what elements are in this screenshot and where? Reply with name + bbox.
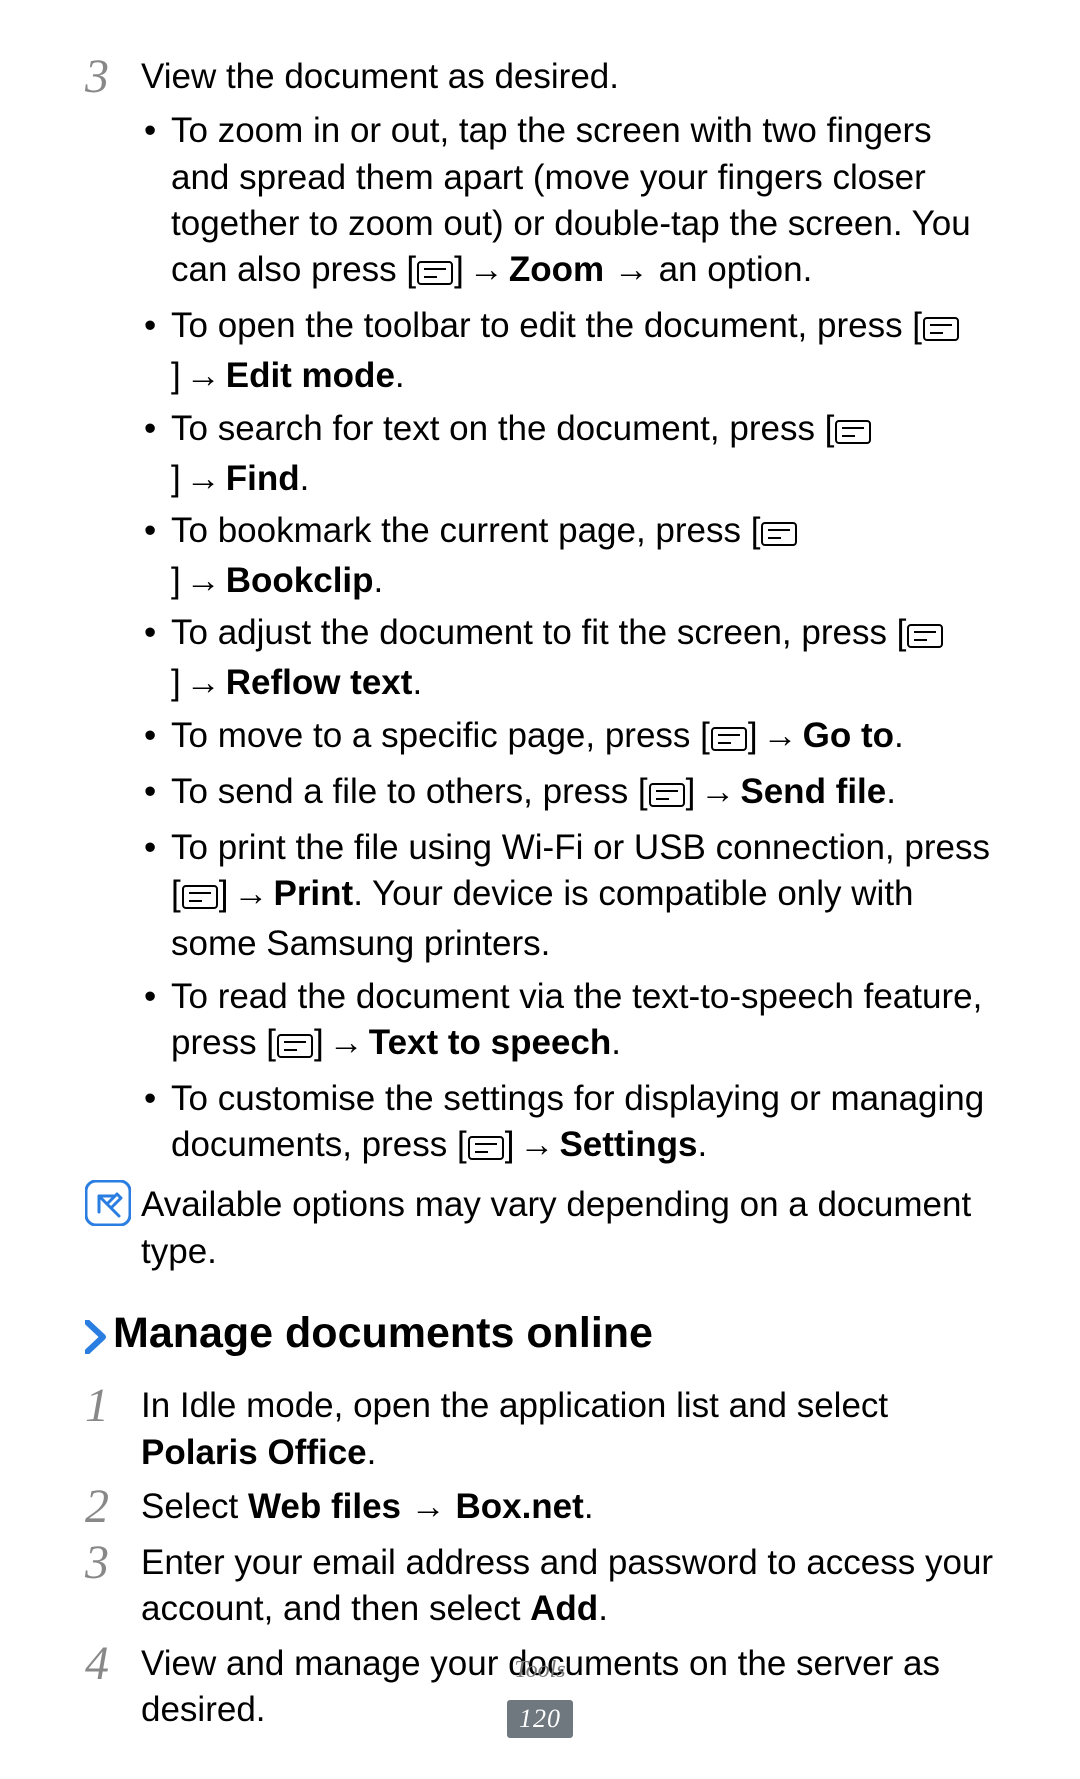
menu-icon	[923, 307, 959, 353]
online-step-3: 3 Enter your email address and password …	[85, 1538, 995, 1632]
bullet-reflow: To adjust the document to fit the screen…	[141, 610, 995, 706]
note: Available options may vary depending on …	[85, 1180, 995, 1274]
bullet-bookclip: To bookmark the current page, press []→B…	[141, 508, 995, 604]
menu-icon	[417, 251, 453, 297]
step-body: Select Web files → Box.net.	[141, 1482, 995, 1530]
section-heading-manage-online: Manage documents online	[85, 1305, 995, 1364]
step-number: 1	[85, 1381, 141, 1431]
online-step-1: 1 In Idle mode, open the application lis…	[85, 1381, 995, 1475]
menu-icon	[182, 875, 218, 921]
note-text: Available options may vary depending on …	[141, 1180, 995, 1274]
bullet-send-file: To send a file to others, press []→Send …	[141, 769, 995, 819]
menu-icon	[907, 614, 943, 660]
bullet-settings: To customise the settings for displaying…	[141, 1076, 995, 1172]
menu-icon	[711, 717, 747, 763]
bullet-zoom: To zoom in or out, tap the screen with t…	[141, 108, 995, 297]
bullet-print: To print the file using Wi-Fi or USB con…	[141, 825, 995, 968]
step-number: 3	[85, 52, 141, 102]
bullet-find: To search for text on the document, pres…	[141, 406, 995, 502]
note-icon	[85, 1180, 141, 1238]
menu-icon	[277, 1024, 313, 1070]
menu-icon	[761, 512, 797, 558]
footer-page-number: 120	[507, 1700, 573, 1738]
chevron-icon	[85, 1307, 107, 1364]
step-3: 3 View the document as desired.	[85, 52, 995, 102]
menu-icon	[835, 410, 871, 456]
menu-icon	[649, 773, 685, 819]
online-step-2: 2 Select Web files → Box.net.	[85, 1482, 995, 1532]
step-body: In Idle mode, open the application list …	[141, 1381, 995, 1475]
bullet-edit-mode: To open the toolbar to edit the document…	[141, 303, 995, 399]
step-3-bullets: To zoom in or out, tap the screen with t…	[85, 108, 995, 1172]
step-3-heading: View the document as desired.	[141, 52, 995, 100]
footer-category: Tools	[0, 1655, 1080, 1687]
step-body: Enter your email address and password to…	[141, 1538, 995, 1632]
step-number: 2	[85, 1482, 141, 1532]
bullet-tts: To read the document via the text-to-spe…	[141, 974, 995, 1070]
menu-icon	[468, 1126, 504, 1172]
step-number: 3	[85, 1538, 141, 1588]
bullet-goto: To move to a specific page, press []→Go …	[141, 713, 995, 763]
page-footer: Tools 120	[0, 1655, 1080, 1739]
